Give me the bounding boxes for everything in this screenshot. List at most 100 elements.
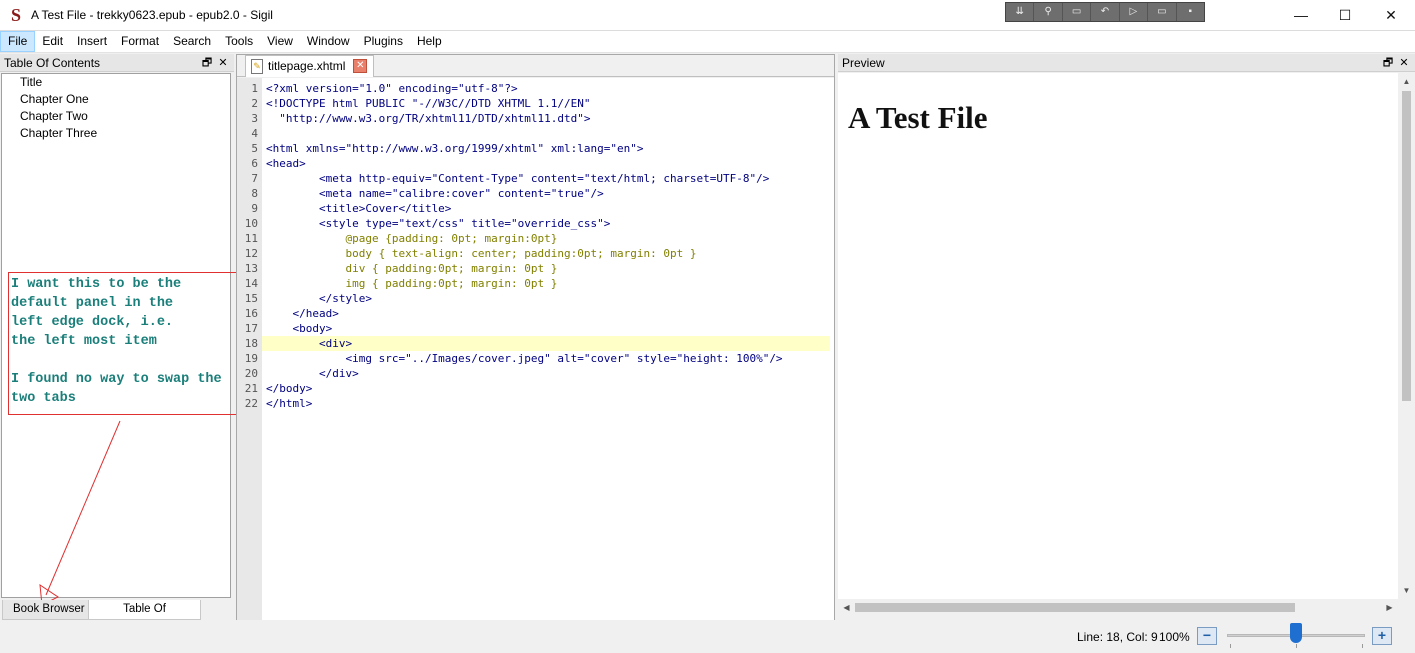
menu-view[interactable]: View (260, 31, 300, 52)
line-number: 13 (244, 262, 258, 275)
title-bar: S A Test File - trekky0623.epub - epub2.… (0, 0, 1415, 31)
menu-search[interactable]: Search (166, 31, 218, 52)
editor-tab-label: titlepage.xhtml (268, 59, 346, 73)
preview-content-title: A Test File (848, 100, 988, 135)
code-editor: ✎ titlepage.xhtml ✕ 1 2 3 4 5 6 7 8 9 10 11 12 13 14 1… (236, 54, 835, 620)
toolbar-play-icon[interactable]: ▷ (1120, 3, 1149, 21)
window-title: A Test File - trekky0623.epub - epub2.0 … (31, 8, 273, 22)
preview-horizontal-scrollbar[interactable]: ◀ ▶ (838, 599, 1398, 616)
line-number: 10 (244, 217, 258, 230)
status-bar: Line: 18, Col: 9 100% − + (0, 620, 1415, 653)
floating-toolbar: ⇊ ⚲ ▭ ↶ ▷ ▭ ▪ (1005, 2, 1205, 22)
code-line: <!DOCTYPE html PUBLIC "-//W3C//DTD XHTML… (266, 97, 591, 110)
maximize-button[interactable]: ☐ (1322, 0, 1368, 31)
code-line: </div> (266, 367, 359, 380)
code-line: </html> (266, 397, 313, 410)
line-number: 12 (244, 247, 258, 260)
zoom-out-button[interactable]: − (1197, 627, 1217, 645)
toolbar-minimize-icon[interactable]: ▭ (1148, 3, 1177, 21)
zoom-tick (1230, 644, 1231, 648)
editor-tab-titlepage[interactable]: ✎ titlepage.xhtml ✕ (245, 55, 375, 77)
close-window-button[interactable]: ✕ (1368, 0, 1414, 31)
vertical-scroll-thumb[interactable] (1402, 91, 1411, 401)
zoom-in-button[interactable]: + (1372, 627, 1392, 645)
close-tab-icon[interactable]: ✕ (353, 59, 368, 73)
toc-item-chapter-one[interactable]: Chapter One (2, 91, 230, 108)
float-panel-icon[interactable]: 🗗 (200, 54, 214, 72)
zoom-slider-thumb[interactable] (1290, 623, 1302, 643)
line-number: 11 (244, 232, 258, 245)
line-number: 14 (244, 277, 258, 290)
toc-item-title[interactable]: Title (2, 74, 230, 91)
code-line: body { text-align: center; padding:0pt; … (266, 247, 697, 260)
line-number: 8 (251, 187, 258, 200)
annotation-text: I want this to be the default panel in t… (11, 277, 222, 406)
menu-edit[interactable]: Edit (35, 31, 70, 52)
scroll-up-icon[interactable]: ▲ (1398, 73, 1415, 90)
code-line: <meta name="calibre:cover" content="true… (266, 187, 604, 200)
code-line: <meta http-equiv="Content-Type" content=… (266, 172, 770, 185)
line-number: 1 (251, 82, 258, 95)
close-preview-icon[interactable]: ✕ (1397, 54, 1411, 72)
editor-tab-bar: ✎ titlepage.xhtml ✕ (237, 55, 834, 77)
left-dock-tabs: Book Browser Table Of Contents (0, 600, 234, 633)
tab-book-browser[interactable]: Book Browser (2, 600, 96, 620)
minimize-button[interactable]: — (1278, 0, 1324, 31)
toolbar-dot-icon[interactable]: ▪ (1177, 3, 1204, 21)
scroll-left-icon[interactable]: ◀ (838, 599, 855, 616)
line-number: 6 (251, 157, 258, 170)
line-number: 19 (244, 352, 258, 365)
zoom-level: 100% (1159, 630, 1190, 644)
code-line: <head> (266, 157, 306, 170)
document-icon: ✎ (251, 59, 263, 74)
toolbar-undo-icon[interactable]: ↶ (1091, 3, 1120, 21)
menu-format[interactable]: Format (114, 31, 166, 52)
scroll-right-icon[interactable]: ▶ (1381, 599, 1398, 616)
code-text-area[interactable]: <?xml version="1.0" encoding="utf-8"?> <!… (262, 78, 834, 620)
tab-table-of-contents[interactable]: Table Of Contents (88, 600, 201, 633)
toolbar-pin-icon[interactable]: ⚲ (1034, 3, 1063, 21)
line-number: 18 (244, 337, 258, 350)
line-number-gutter: 1 2 3 4 5 6 7 8 9 10 11 12 13 14 15 16 17 18 19 20 21 22 (237, 78, 262, 620)
float-preview-icon[interactable]: 🗗 (1381, 54, 1395, 72)
toc-item-chapter-two[interactable]: Chapter Two (2, 108, 230, 125)
close-panel-icon[interactable]: ✕ (216, 54, 230, 72)
line-number: 7 (251, 172, 258, 185)
line-number: 22 (244, 397, 258, 410)
menu-file[interactable]: File (0, 31, 36, 52)
toolbar-collapse-icon[interactable]: ⇊ (1006, 3, 1035, 21)
preview-vertical-scrollbar[interactable]: ▲ ▼ (1398, 73, 1415, 599)
line-number: 15 (244, 292, 258, 305)
menu-insert[interactable]: Insert (70, 31, 114, 52)
code-line: <html xmlns="http://www.w3.org/1999/xhtm… (266, 142, 644, 155)
code-line: <body> (266, 322, 333, 335)
line-number: 20 (244, 367, 258, 380)
code-line: <?xml version="1.0" encoding="utf-8"?> (266, 82, 518, 95)
code-line: <style type="text/css" title="override_c… (266, 217, 611, 230)
line-number: 2 (251, 97, 258, 110)
preview-page: A Test File (838, 73, 1398, 599)
toolbar-window-icon[interactable]: ▭ (1063, 3, 1092, 21)
menu-help[interactable]: Help (410, 31, 449, 52)
code-line: <img src="../Images/cover.jpeg" alt="cov… (266, 352, 783, 365)
toc-item-chapter-three[interactable]: Chapter Three (2, 125, 230, 142)
zoom-tick (1296, 644, 1297, 648)
code-line: </head> (266, 307, 339, 320)
preview-panel-header: Preview 🗗 ✕ (838, 54, 1415, 72)
code-line: </style> (266, 292, 372, 305)
code-line: img { padding:0pt; margin: 0pt } (266, 277, 558, 290)
line-number: 21 (244, 382, 258, 395)
code-line: "http://www.w3.org/TR/xhtml11/DTD/xhtml1… (266, 112, 591, 125)
code-line: <title>Cover</title> (266, 202, 452, 215)
toc-panel-title: Table Of Contents (4, 56, 101, 70)
menu-window[interactable]: Window (300, 31, 357, 52)
line-number: 17 (244, 322, 258, 335)
toc-panel-header: Table Of Contents 🗗 ✕ (0, 54, 234, 72)
horizontal-scroll-thumb[interactable] (855, 603, 1295, 612)
menu-bar: File Edit Insert Format Search Tools Vie… (0, 31, 1415, 53)
menu-plugins[interactable]: Plugins (357, 31, 410, 52)
zoom-tick (1362, 644, 1363, 648)
code-line: <div> (266, 337, 353, 350)
scroll-down-icon[interactable]: ▼ (1398, 582, 1415, 599)
menu-tools[interactable]: Tools (218, 31, 260, 52)
